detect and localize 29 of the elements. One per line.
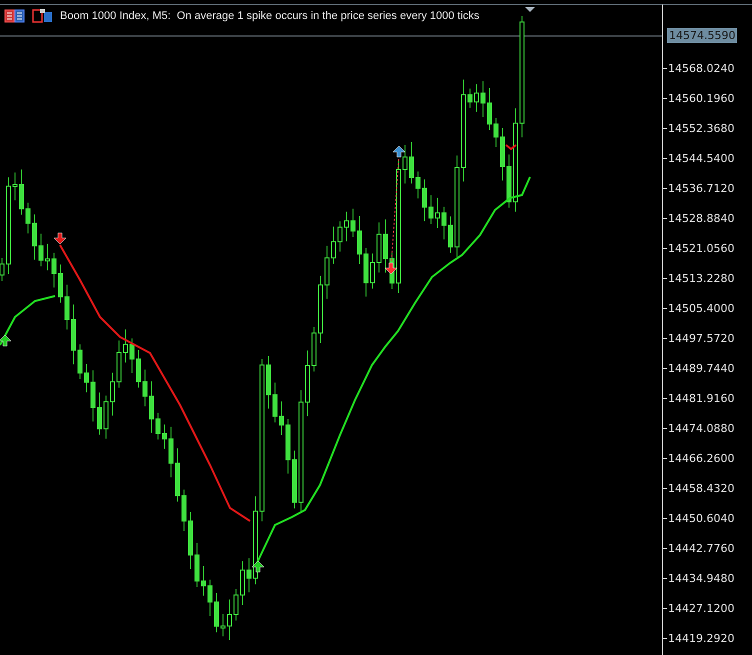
price-axis-label: 14466.2600 [668, 452, 734, 464]
price-axis-label: 14450.6040 [668, 512, 734, 524]
moving-average-line [0, 295, 56, 346]
list-icon[interactable] [4, 9, 26, 23]
current-price-label: 14574.5590 [667, 28, 738, 43]
up-arrow-icon [392, 146, 406, 158]
price-axis-label: 14474.0880 [668, 422, 734, 434]
price-axis-label: 14481.9160 [668, 392, 734, 404]
chart-title: Boom 1000 Index, M5: On average 1 spike occurs in the price series every 1000 ticks [60, 10, 480, 22]
price-axis-label: 14427.1200 [668, 602, 734, 614]
price-axis-label: 14434.9480 [668, 572, 734, 584]
up-arrow-icon [0, 334, 12, 346]
price-axis-label: 14521.0560 [668, 242, 734, 254]
price-axis-label: 14489.7440 [668, 362, 734, 374]
up-arrow-icon [252, 560, 264, 572]
chart-window-icon[interactable] [32, 9, 54, 23]
price-axis-label: 14419.2920 [668, 632, 734, 644]
price-axis-label: 14552.3680 [668, 122, 734, 134]
price-axis-label: 14497.5720 [668, 332, 734, 344]
price-axis-label: 14505.4000 [668, 302, 734, 314]
shift-marker-icon[interactable] [525, 7, 535, 12]
price-axis-label: 14528.8840 [668, 212, 734, 224]
price-axis-label: 14568.0240 [668, 62, 734, 74]
price-axis-label: 14544.5400 [668, 152, 734, 164]
price-axis-label: 14513.2280 [668, 272, 734, 284]
price-axis-label: 14442.7760 [668, 542, 734, 554]
price-axis-label: 14536.7120 [668, 182, 734, 194]
price-axis-label: 14458.4320 [668, 482, 734, 494]
price-axis-label: 14560.1960 [668, 92, 734, 104]
